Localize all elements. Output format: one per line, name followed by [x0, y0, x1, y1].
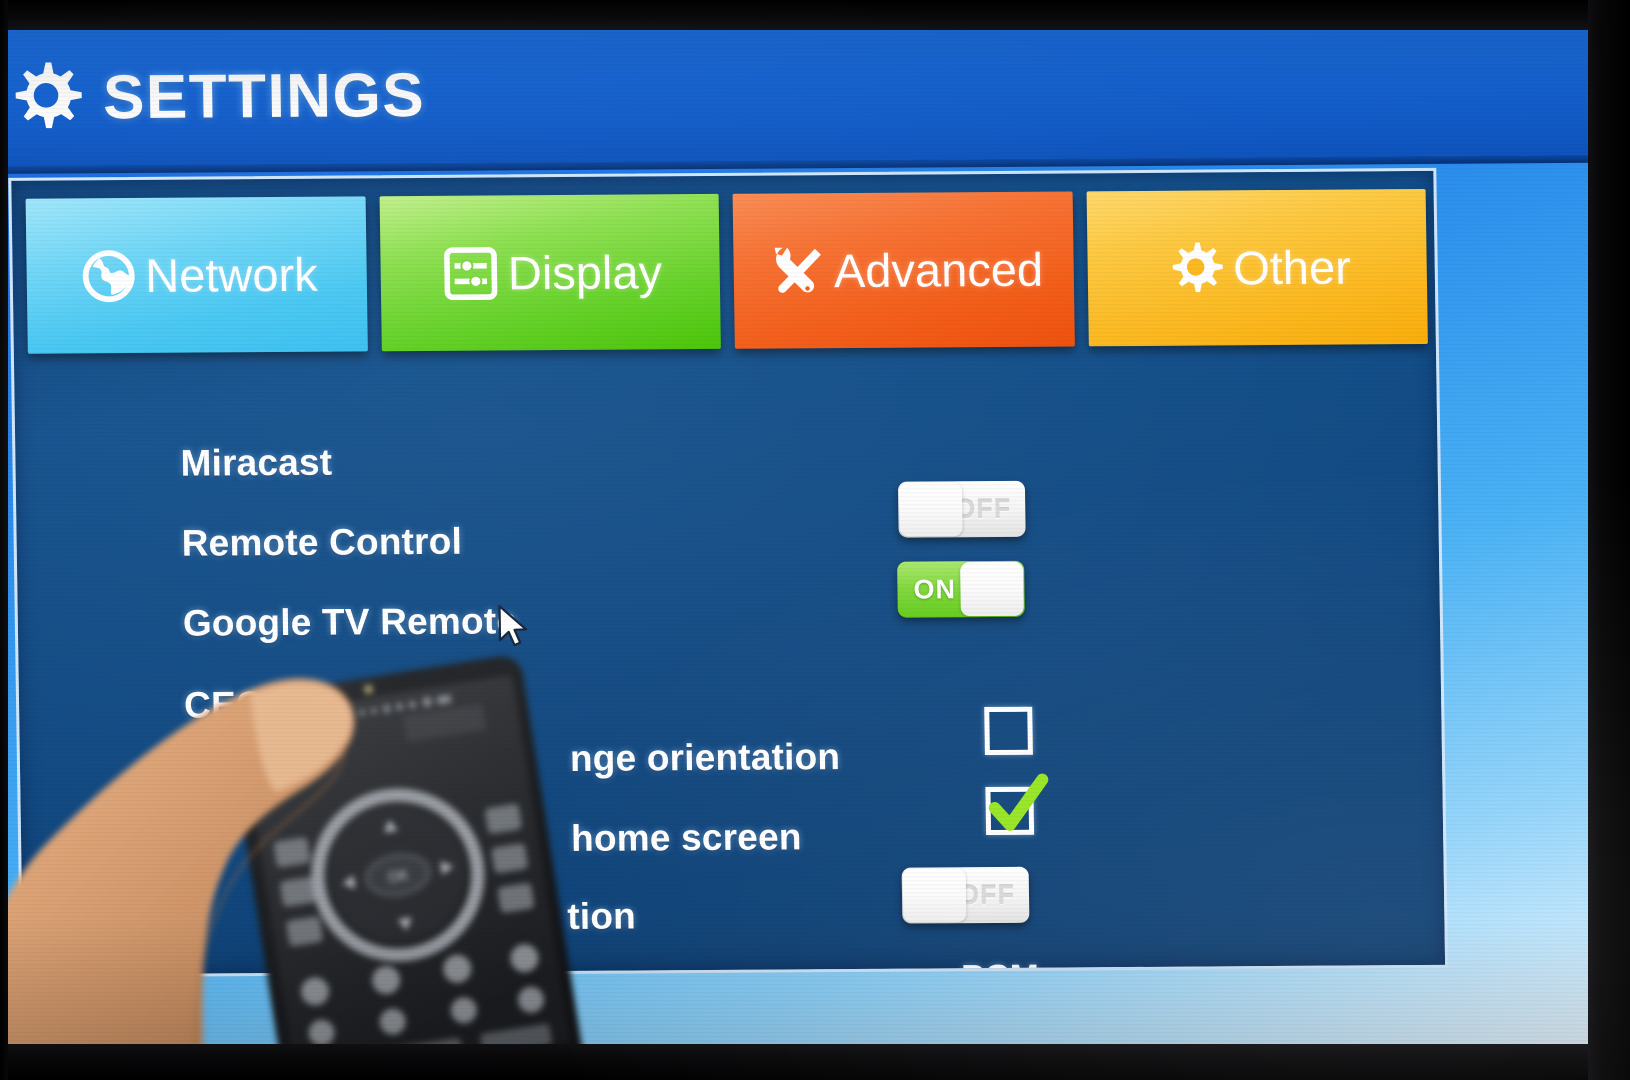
setting-label: Miracast — [180, 441, 333, 484]
setting-label: nge orientation — [569, 736, 841, 779]
tab-advanced-label: Advanced — [833, 242, 1044, 298]
toggle-knob — [960, 561, 1024, 617]
settings-panel: Network Display Advanced Other Miracast … — [8, 167, 1449, 978]
sliders-icon — [437, 240, 504, 306]
tv-bezel-top — [0, 0, 1630, 30]
settings-list: Miracast Remote Control OFF Google TV Re… — [14, 366, 1449, 978]
tab-other[interactable]: Other — [1086, 188, 1428, 347]
toggle-knob — [898, 482, 963, 537]
toggle-google-tv-remote[interactable]: ON — [897, 560, 1025, 618]
gear-icon — [1163, 235, 1230, 301]
gear-icon — [4, 57, 87, 140]
toggle-state-label: OFF — [954, 493, 1012, 525]
toggle-state-label: OFF — [957, 879, 1016, 911]
check-icon — [988, 773, 1049, 831]
setting-row-google-tv-remote[interactable]: Google TV Remote ON — [17, 560, 1446, 664]
tab-bar: Network Display Advanced Other — [22, 188, 1432, 354]
toggle-audio-option[interactable]: OFF — [901, 866, 1030, 924]
setting-row-home-screen[interactable]: home screen — [21, 773, 1449, 882]
settings-screen: SETTINGS Network Display Advanced Other … — [0, 14, 1626, 1056]
setting-label: Remote Control — [181, 520, 463, 564]
toggle-state-label: ON — [913, 574, 957, 605]
title-bar: SETTINGS — [0, 14, 1613, 166]
page-title: SETTINGS — [102, 60, 426, 132]
tv-screen-photo: SETTINGS Network Display Advanced Other … — [0, 0, 1630, 1080]
audio-format-value: PCM — [960, 957, 1040, 978]
setting-label: CEC Control — [183, 683, 407, 726]
tv-bezel-right — [1588, 0, 1630, 1080]
tab-display-label: Display — [507, 245, 663, 300]
setting-label: tion — [566, 895, 637, 937]
setting-row-miracast[interactable]: Miracast — [15, 416, 1444, 504]
globe-icon — [75, 242, 142, 308]
tab-network[interactable]: Network — [25, 196, 368, 354]
checkbox-home-screen[interactable] — [985, 773, 1049, 836]
tab-network-label: Network — [144, 247, 319, 302]
tools-icon — [763, 238, 830, 304]
toggle-knob — [902, 868, 967, 923]
toggle-remote-control[interactable]: OFF — [897, 480, 1026, 538]
tab-advanced[interactable]: Advanced — [732, 191, 1075, 349]
tv-bezel-left — [0, 0, 8, 1080]
tv-bezel-bottom — [0, 1044, 1630, 1080]
checkbox-change-orientation[interactable] — [984, 706, 1033, 756]
setting-row-remote-control[interactable]: Remote Control OFF — [16, 480, 1445, 584]
tab-display[interactable]: Display — [379, 193, 721, 352]
tab-other-label: Other — [1232, 240, 1352, 295]
setting-label: home screen — [570, 816, 802, 859]
setting-row-change-orientation[interactable]: nge orientation — [19, 706, 1448, 802]
setting-label: Google TV Remote — [182, 600, 518, 644]
